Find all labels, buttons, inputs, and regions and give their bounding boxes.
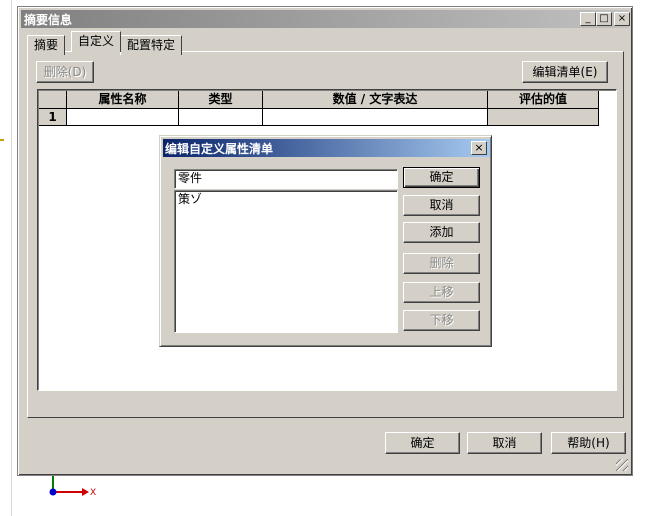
close-icon: × [474,141,484,154]
window-titlebar[interactable]: 摘要信息 _ □ × [21,10,630,28]
grid-header-evaluated[interactable]: 评估的值 [488,91,599,109]
grid-header-value[interactable]: 数值 / 文字表达 [263,91,488,109]
grid-cell-evaluated [488,109,599,126]
edit-list-button[interactable]: 编辑清单(E) [522,61,608,83]
delete-button[interactable]: 删除(D) [36,61,94,83]
x-axis-arrow [82,488,89,496]
dialog-title: 编辑自定义属性清单 [165,142,274,156]
dialog-ok-button[interactable]: 确定 [403,167,480,188]
grid-cell-value[interactable] [263,109,488,126]
dialog-add-button[interactable]: 添加 [403,222,480,243]
grid-corner-header [39,91,67,109]
tab-config-specific[interactable]: 配置特定 [120,35,183,55]
edit-custom-property-list-dialog: 编辑自定义属性清单 × 零件 策ゾ 确定 取消 添加 删除 上移 下移 [159,135,492,347]
resize-grip-icon[interactable] [616,459,628,471]
grid-cell-property-name[interactable] [67,109,179,126]
dialog-close-button[interactable]: × [471,141,487,155]
grid-header-type[interactable]: 类型 [179,91,263,109]
property-name-input[interactable]: 零件 [174,169,398,189]
dialog-move-down-button[interactable]: 下移 [403,310,480,331]
maximize-button[interactable]: □ [596,12,612,26]
dialog-titlebar[interactable]: 编辑自定义属性清单 × [163,139,490,157]
close-icon: × [617,13,627,24]
dialog-delete-button[interactable]: 删除 [403,253,480,274]
property-list[interactable]: 策ゾ [174,190,398,333]
coordinate-triad-icon: X [49,476,96,498]
minimize-icon: _ [585,13,591,24]
window-title: 摘要信息 [24,13,73,27]
minimize-button[interactable]: _ [580,12,596,26]
grid-header-property-name[interactable]: 属性名称 [67,91,179,109]
grid-row-index: 1 [39,109,67,126]
close-button[interactable]: × [614,12,630,26]
dialog-cancel-button[interactable]: 取消 [403,195,480,216]
desktop-edge [0,0,12,516]
x-axis-label: X [90,488,96,498]
maximize-icon: □ [599,13,609,24]
z-axis-dot [49,488,57,496]
ok-button[interactable]: 确定 [385,432,460,454]
dialog-move-up-button[interactable]: 上移 [403,282,480,303]
list-item[interactable]: 策ゾ [178,192,394,207]
tab-custom[interactable]: 自定义 [71,31,122,52]
tab-summary[interactable]: 摘要 [27,35,66,55]
grid-cell-type[interactable] [179,109,263,126]
desktop-marker [0,139,4,141]
help-button[interactable]: 帮助(H) [551,432,626,454]
cancel-button[interactable]: 取消 [467,432,542,454]
